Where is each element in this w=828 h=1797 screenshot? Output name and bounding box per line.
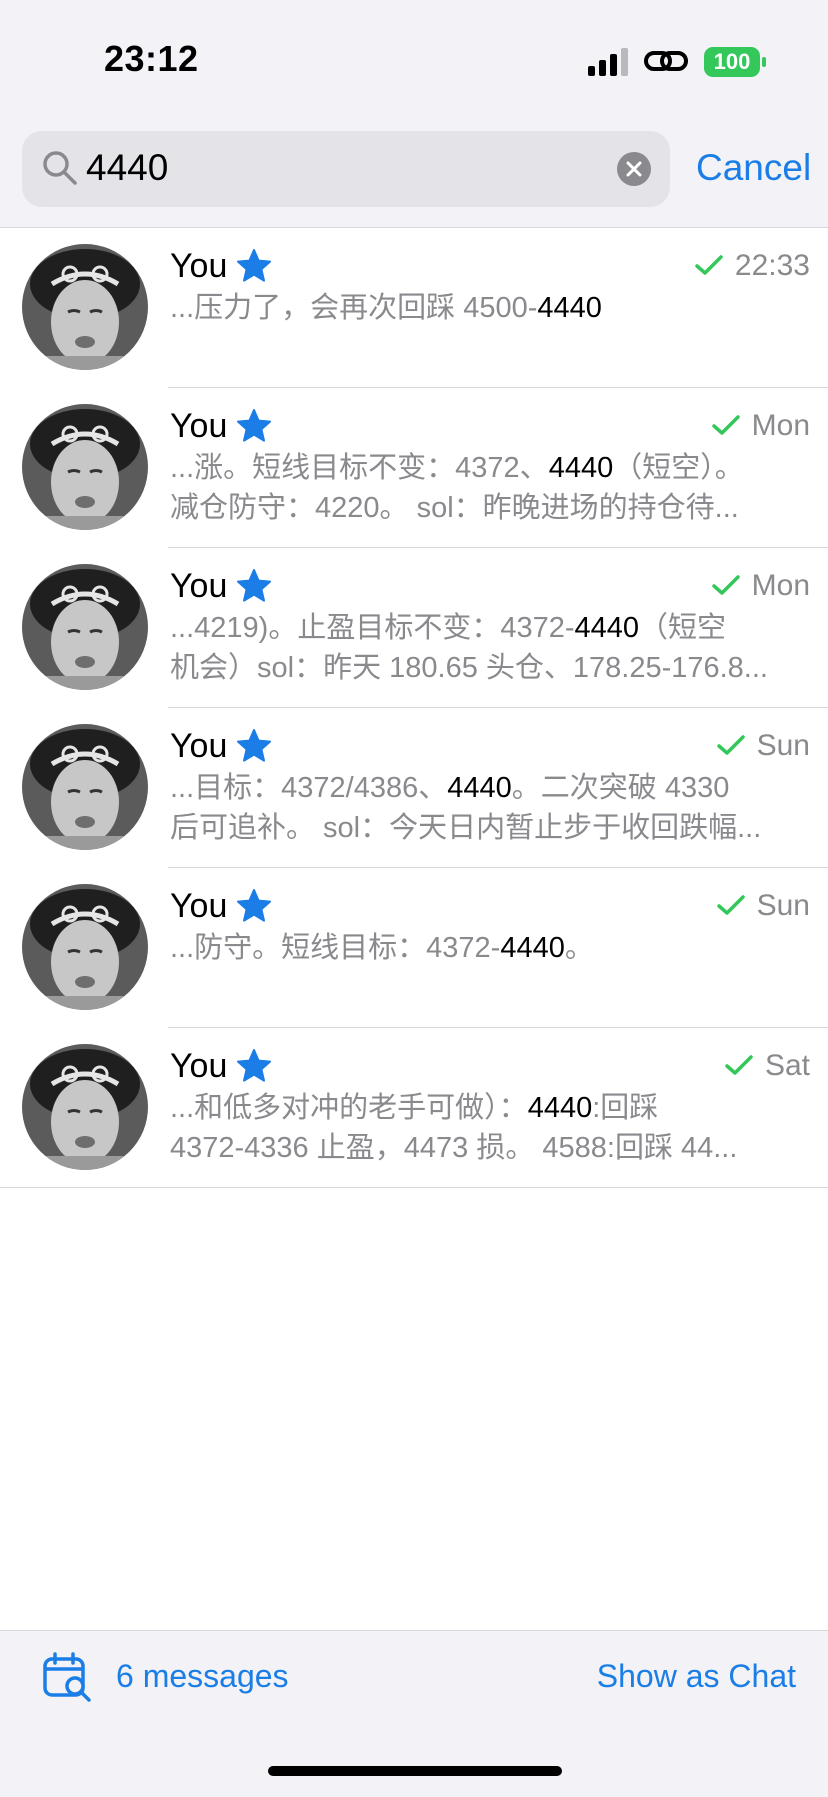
checkmark-icon [716, 894, 745, 916]
sender-name: You [170, 887, 228, 925]
message-line-1: ...防守。短线目标：4372-4440。 [170, 928, 810, 968]
sender-name: You [170, 1047, 228, 1085]
star-icon [236, 728, 272, 764]
sender-name: You [170, 407, 228, 445]
message-date: Sun [756, 889, 810, 922]
snippet-match: 4440 [447, 772, 512, 804]
message-line-2: 后可追补。 sol：今天日内暂止步于收回跌幅... [170, 812, 762, 844]
star-icon [236, 248, 272, 284]
star-icon [236, 1048, 272, 1084]
message-date: Sat [764, 1049, 810, 1082]
snippet-after: （短空）。 [613, 452, 744, 484]
snippet-after: 。 [564, 932, 594, 964]
battery-level: 100 [713, 49, 751, 74]
list-item[interactable]: You Sat ...和低多对冲的老手可做）：4440:回踩 4372-4336… [0, 1028, 828, 1188]
snippet-before: ...防守。短线目标：4372- [170, 932, 501, 964]
checkmark-icon [711, 574, 740, 596]
message-line-2: 4372-4336 止盈，4473 损。 4588:回踩 44... [170, 1132, 738, 1164]
message-date: Mon [751, 409, 810, 442]
snippet-after: 。二次突破 4330 [511, 772, 730, 804]
snippet-match: 4440 [500, 932, 565, 964]
snippet-after: （短空 [639, 612, 727, 644]
link-icon [644, 51, 688, 71]
star-icon [236, 568, 272, 604]
snippet-before: ...涨。短线目标不变：4372、 [170, 452, 549, 484]
snippet-before: ...目标：4372/4386、 [170, 772, 448, 804]
message-line-1: ...涨。短线目标不变：4372、4440（短空）。 [170, 448, 810, 488]
snippet-match: 4440 [574, 612, 640, 644]
message-line-2: 减仓防守：4220。 sol：昨晚进场的持仓待... [170, 492, 739, 524]
battery-icon: 100 [704, 47, 766, 77]
snippet-match: 4440 [527, 1092, 593, 1124]
list-item[interactable]: You Sun ...目标：4372/4386、4440。二次突破 4330 后… [0, 708, 828, 868]
message-date: Mon [751, 569, 810, 602]
checkmark-icon [716, 734, 745, 756]
snippet-match: 4440 [548, 452, 614, 484]
signal-icon [588, 48, 628, 76]
avatar [22, 884, 148, 1010]
avatar [22, 564, 148, 690]
snippet-after: :回踩 [592, 1092, 659, 1124]
sender-name: You [170, 727, 228, 765]
list-item[interactable]: You Sun ...防守。短线目标：4372-4440。 [0, 868, 828, 1028]
message-date: 22:33 [734, 249, 810, 282]
message-line-1: ...压力了，会再次回踩 4500-4440 [170, 288, 810, 328]
results-list: You 22:33 ...压力了，会再次回踩 4500-4440 You Mon… [0, 228, 828, 1188]
message-line-1: ...和低多对冲的老手可做）：4440:回踩 [170, 1088, 810, 1128]
show-as-chat-button[interactable]: Show as Chat [597, 1656, 796, 1696]
list-item[interactable]: You 22:33 ...压力了，会再次回踩 4500-4440 [0, 228, 828, 388]
search-input[interactable]: 4440 [86, 146, 168, 190]
star-icon [236, 888, 272, 924]
message-line-2: 机会）sol：昨天 180.65 头仓、178.25-176.8... [170, 652, 768, 684]
checkmark-icon [695, 254, 723, 276]
message-line-1: ...目标：4372/4386、4440。二次突破 4330 [170, 768, 810, 808]
list-item[interactable]: You Mon ...涨。短线目标不变：4372、4440（短空）。 减仓防守：… [0, 388, 828, 548]
snippet-match: 4440 [537, 292, 602, 324]
home-indicator [268, 1766, 562, 1776]
avatar [22, 244, 148, 370]
avatar [22, 404, 148, 530]
snippet-before: ...和低多对冲的老手可做）： [170, 1092, 528, 1124]
message-line-1: ...4219)。止盈目标不变：4372-4440（短空 [170, 608, 810, 648]
search-icon [43, 151, 77, 185]
sender-name: You [170, 247, 228, 285]
cancel-button[interactable]: Cancel [696, 146, 811, 190]
star-icon [236, 408, 272, 444]
checkmark-icon [711, 414, 740, 436]
avatar [22, 724, 148, 850]
avatar [22, 1044, 148, 1170]
message-count: 6 messages [116, 1658, 289, 1694]
calendar-search-icon[interactable] [42, 1652, 92, 1702]
sender-name: You [170, 567, 228, 605]
list-item[interactable]: You Mon ...4219)。止盈目标不变：4372-4440（短空 机会）… [0, 548, 828, 708]
message-date: Sun [756, 729, 810, 762]
clear-icon[interactable] [616, 151, 652, 187]
snippet-before: ...4219)。止盈目标不变：4372- [170, 612, 575, 644]
snippet-before: ...压力了，会再次回踩 4500- [170, 292, 538, 324]
checkmark-icon [725, 1054, 753, 1076]
status-time: 23:12 [104, 38, 199, 79]
